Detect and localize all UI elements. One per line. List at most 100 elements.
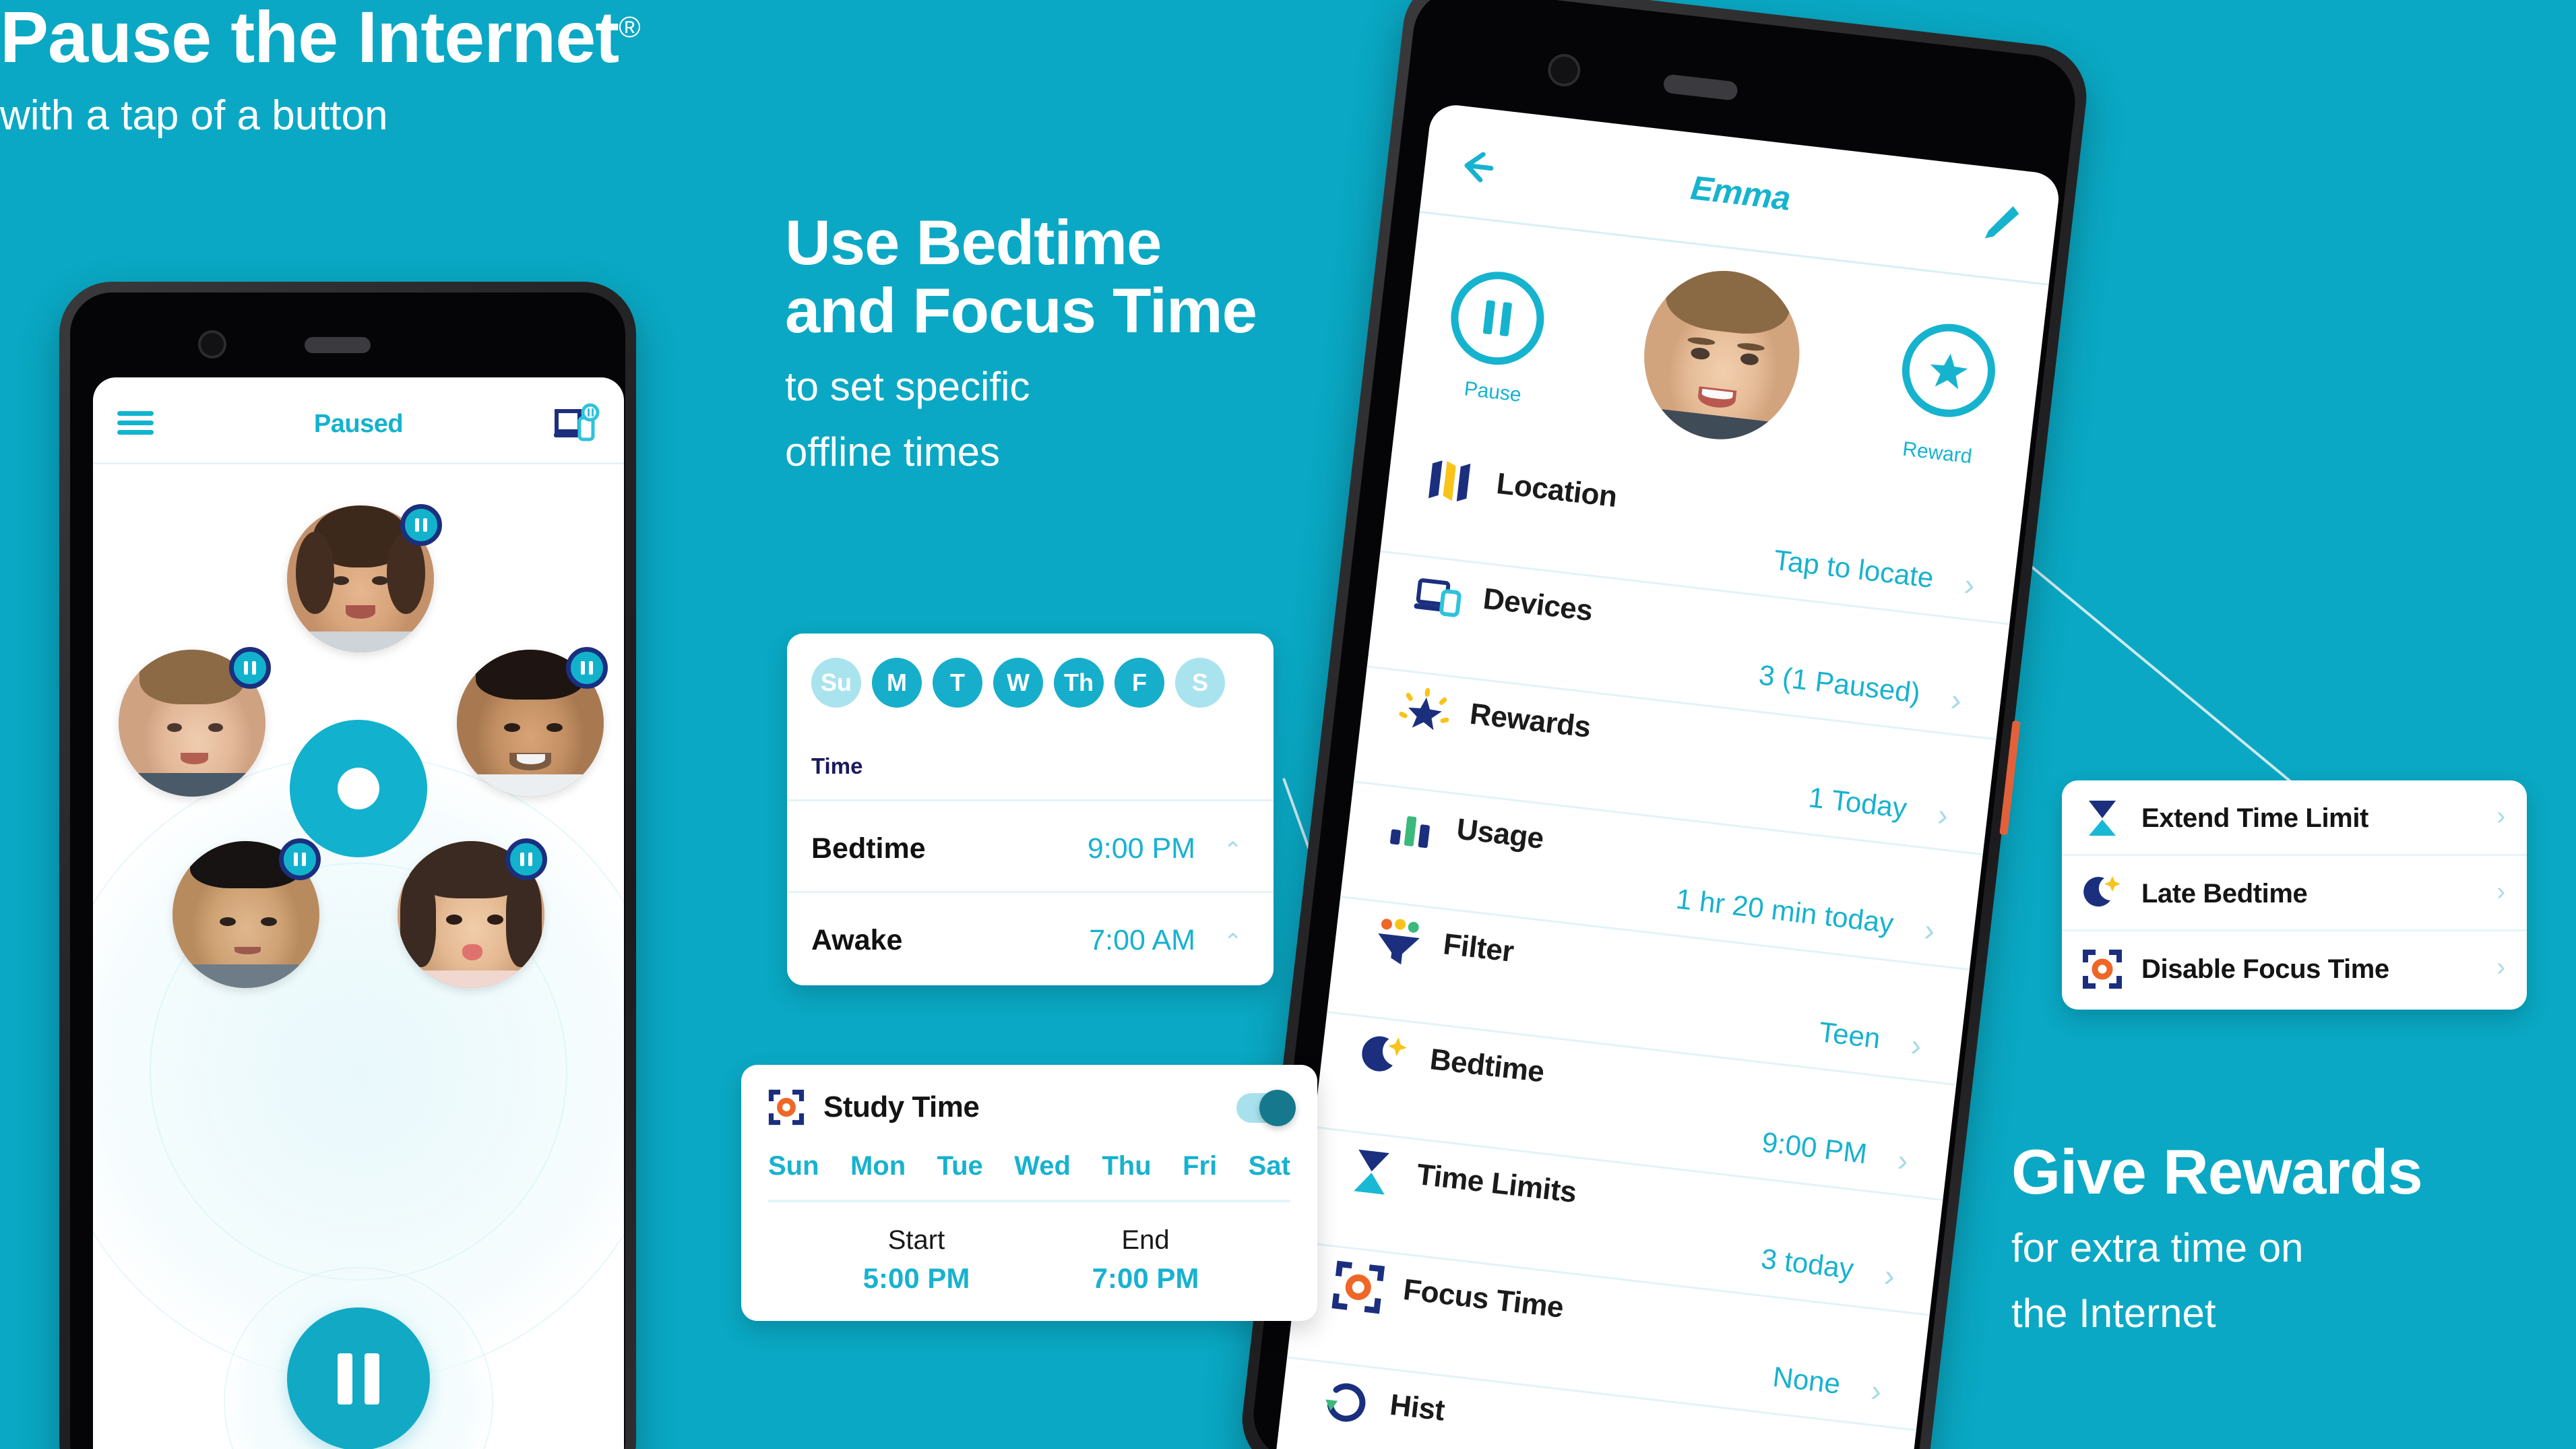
pause-badge[interactable] [505,838,547,880]
power-button[interactable] [1999,720,2021,836]
day-pill-th[interactable]: Th [1054,658,1104,708]
study-start-value: 5:00 PM [862,1262,970,1294]
study-end-value: 7:00 PM [1092,1262,1199,1294]
rewards-item-label: Disable Focus Time [2141,954,2389,984]
rewards-item-label: Late Bedtime [2141,879,2308,908]
devices-icon [1410,569,1466,624]
pencil-edit-icon[interactable] [1978,200,2023,246]
row-label: Location [1495,466,1619,514]
center-pause-dial[interactable] [290,720,427,857]
study-time-range: Start 5:00 PM End 7:00 PM [802,1225,1260,1295]
left-phone-screen: Paused [93,377,624,1449]
row-value: Tap to locate [1772,543,1936,594]
study-end-block[interactable]: End 7:00 PM [1092,1225,1199,1295]
chevron-right-icon: › [1949,681,1964,718]
pause-badge[interactable] [400,504,442,546]
study-day-sat[interactable]: Sat [1249,1151,1290,1181]
study-time-toggle[interactable] [1236,1090,1296,1126]
devices-paused-icon[interactable] [553,403,600,446]
day-pill-f[interactable]: F [1114,658,1164,708]
rewards-item-extend-time-limit[interactable]: Extend Time Limit › [2062,780,2527,856]
rewards-menu-card: Extend Time Limit › Late Bedtime › Disab… [2062,780,2527,1010]
page-title-text: Pause the Internet [0,0,619,78]
study-time-card: Study Time Sun Mon Tue Wed Thu Fri Sat S… [741,1065,1317,1321]
day-pill-su[interactable]: Su [811,658,861,708]
study-day-tue[interactable]: Tue [937,1151,983,1181]
pause-badge[interactable] [279,838,321,880]
study-start-block[interactable]: Start 5:00 PM [863,1225,970,1295]
chevron-up-icon[interactable]: ⌃ [1224,839,1243,862]
study-day-thu[interactable]: Thu [1102,1151,1151,1181]
right-subtext: for extra time on the Internet [2011,1215,2422,1346]
toggle-knob [1259,1090,1296,1126]
day-pill-w[interactable]: W [993,658,1043,708]
chevron-right-icon: › [2496,802,2505,830]
chevron-right-icon: › [1922,912,1937,948]
profile-avatar[interactable] [1635,262,1809,448]
day-pill-s[interactable]: S [1175,658,1225,708]
left-phone-mockup: Paused [59,282,636,1449]
study-card-divider [768,1200,1290,1202]
row-label: Devices [1481,582,1595,628]
pause-action-button[interactable] [1445,266,1549,370]
front-camera-icon [198,330,226,359]
day-pill-m[interactable]: M [872,658,922,708]
row-value: 9:00 PM [1760,1126,1869,1170]
right-subtext-line1: for extra time on [2011,1225,2304,1270]
history-icon [1317,1375,1373,1430]
main-phone-mockup: Emma Pause Reward Location Tap to locate… [1236,0,2092,1449]
left-app-topbar: Paused [93,377,624,461]
earpiece-speaker [1662,73,1739,101]
chevron-right-icon: › [1935,797,1951,833]
moon-star-icon [2082,873,2123,914]
study-end-label: End [1121,1225,1170,1255]
pause-icon-bar [1499,302,1513,337]
front-camera-icon [1546,52,1582,88]
bar-chart-icon [1384,799,1439,855]
rewards-item-disable-focus-time[interactable]: Disable Focus Time › [2062,931,2527,1007]
awake-row[interactable]: Awake 7:00 AM ⌃ [787,891,1274,983]
row-value: 1 Today [1807,781,1909,824]
dial-hole [338,768,379,809]
study-time-title: Study Time [823,1090,980,1123]
chevron-up-icon[interactable]: ⌃ [1224,931,1243,954]
chevron-right-icon: › [1962,566,1977,603]
focus-icon [768,1089,805,1126]
hourglass-icon [1344,1144,1400,1200]
row-value: None [1771,1360,1842,1400]
day-pill-t[interactable]: T [933,658,982,708]
pause-all-button[interactable] [287,1307,430,1449]
study-day-wed[interactable]: Wed [1014,1151,1071,1181]
bedtime-row[interactable]: Bedtime 9:00 PM ⌃ [787,799,1274,891]
bedtime-row-label: Bedtime [811,832,926,865]
right-headline-block: Give Rewards for extra time on the Inter… [2011,1138,2423,1346]
hourglass-icon [2082,798,2123,838]
pause-icon-bar [365,1353,379,1405]
study-day-fri[interactable]: Fri [1183,1151,1217,1181]
row-label: Filter [1441,927,1515,969]
page-subtitle: with a tap of a button [0,92,388,140]
study-start-label: Start [887,1225,945,1255]
chevron-right-icon: › [2496,877,2505,906]
pause-icon-bar [1482,300,1496,335]
study-day-mon[interactable]: Mon [850,1151,906,1181]
middle-headline: Use Bedtime and Focus Time [785,208,1257,346]
reward-action-button[interactable] [1897,319,2001,423]
middle-headline-line2: and Focus Time [785,274,1257,346]
middle-headline-block: Use Bedtime and Focus Time to set specif… [785,208,1257,485]
row-value: Teen [1817,1016,1883,1055]
pause-badge[interactable] [566,647,608,689]
row-value: 1 hr 20 min today [1674,882,1895,939]
day-selector: Su M T W Th F S [811,658,1225,708]
pause-badge[interactable] [229,647,271,689]
rewards-item-late-bedtime[interactable]: Late Bedtime › [2062,856,2527,931]
chevron-right-icon: › [1895,1142,1910,1179]
chevron-right-icon: › [1909,1027,1924,1063]
study-day-sun[interactable]: Sun [768,1151,819,1181]
row-label: Hist [1388,1388,1447,1427]
focus-icon [2082,949,2123,989]
focus-icon [1331,1260,1386,1315]
middle-subtext-line1: to set specific [785,364,1030,410]
row-label: Rewards [1468,697,1593,744]
left-screen-title: Paused [313,410,404,438]
